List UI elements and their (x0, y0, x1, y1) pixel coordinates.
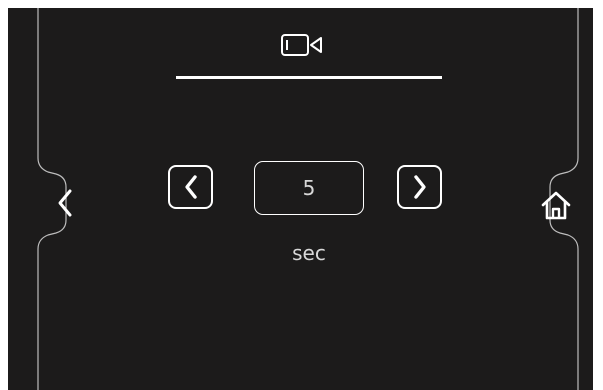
header-divider (176, 76, 442, 79)
home-icon (541, 191, 571, 220)
chevron-right-icon (413, 175, 426, 199)
increase-button[interactable] (397, 165, 442, 209)
timer-value: 5 (302, 176, 316, 200)
back-button[interactable] (38, 174, 92, 232)
timer-value-display: 5 (254, 161, 364, 215)
home-button[interactable] (528, 176, 584, 234)
timer-unit-label: sec (292, 241, 326, 265)
decrease-button[interactable] (168, 165, 213, 209)
video-camera-icon (281, 34, 322, 56)
chevron-left-icon (184, 175, 197, 199)
chevron-left-icon (58, 189, 72, 217)
device-screen: 5 sec (8, 8, 593, 390)
